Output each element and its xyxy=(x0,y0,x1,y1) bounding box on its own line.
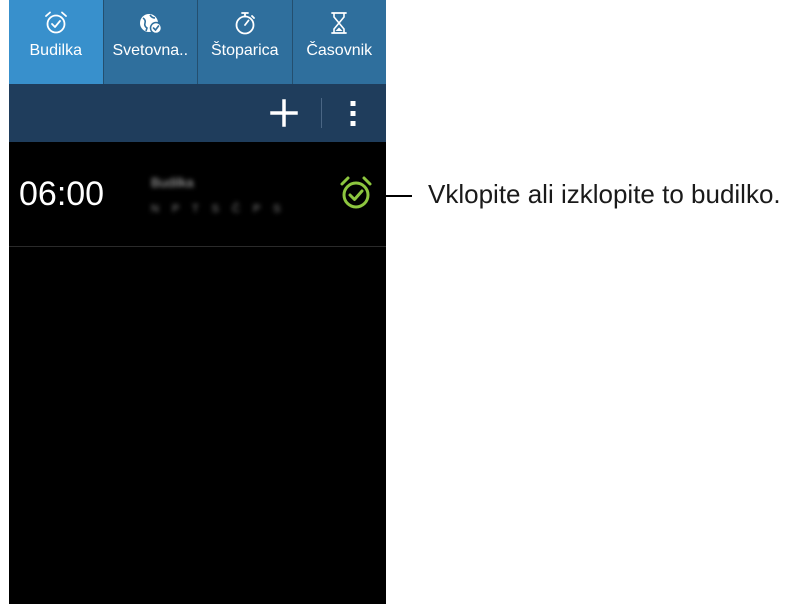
alarm-days: N P T S Č P S xyxy=(151,203,286,215)
tab-stopwatch[interactable]: Štoparica xyxy=(198,0,293,84)
action-divider xyxy=(321,98,322,128)
tab-label: Časovnik xyxy=(306,42,373,59)
phone-screen: Budilka Svetovna.. Štoparica Časovnik 06… xyxy=(9,0,386,604)
tab-label: Štoparica xyxy=(210,42,279,59)
action-bar xyxy=(9,84,386,142)
hourglass-icon xyxy=(331,12,348,34)
alarm-name: Budilka xyxy=(151,175,194,190)
alarm-on-icon[interactable] xyxy=(337,174,375,214)
more-options-icon[interactable] xyxy=(338,93,368,133)
alarm-clock-icon xyxy=(44,11,67,34)
stopwatch-icon xyxy=(235,12,255,35)
plus-icon[interactable] xyxy=(264,93,304,133)
tab-alarm[interactable]: Budilka xyxy=(9,0,104,84)
tab-label: Svetovna.. xyxy=(112,42,189,59)
tab-world-clock[interactable]: Svetovna.. xyxy=(104,0,198,84)
callout-text: Vklopite ali izklopite to budilko. xyxy=(428,179,781,209)
tab-label: Budilka xyxy=(29,42,82,59)
world-clock-icon xyxy=(140,14,163,35)
alarm-list-item[interactable]: 06:00 Budilka N P T S Č P S xyxy=(9,142,386,247)
tab-bar: Budilka Svetovna.. Štoparica Časovnik xyxy=(9,0,386,84)
alarm-time: 06:00 xyxy=(19,175,105,213)
tab-timer[interactable]: Časovnik xyxy=(293,0,387,84)
callout-line xyxy=(380,195,412,197)
